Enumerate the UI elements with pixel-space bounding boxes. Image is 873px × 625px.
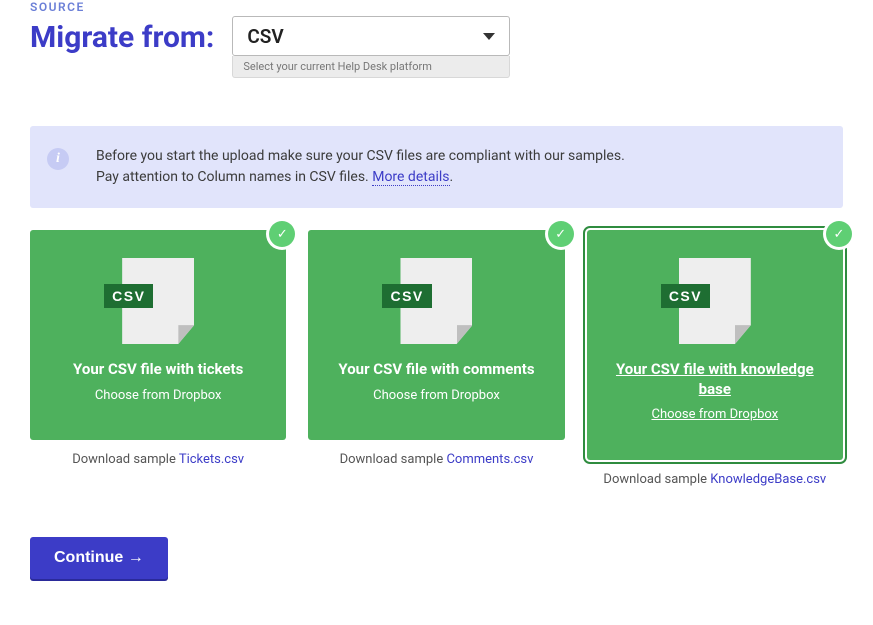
upload-card-tickets[interactable]: ✓ CSV Your CSV file with tickets Choose … [30,230,286,440]
migrate-from-title: Migrate from: [30,16,214,56]
csv-file-icon: CSV [400,258,472,344]
card-block-tickets: ✓ CSV Your CSV file with tickets Choose … [30,230,286,467]
comments-csv-link[interactable]: Comments.csv [446,452,533,467]
check-icon: ✓ [548,221,574,247]
check-icon: ✓ [826,221,852,247]
info-icon: i [47,148,69,170]
upload-card-comments[interactable]: ✓ CSV Your CSV file with comments Choose… [308,230,564,440]
info-text: Before you start the upload make sure yo… [86,126,843,208]
upload-cards-row: ✓ CSV Your CSV file with tickets Choose … [30,230,843,487]
knowledgebase-csv-link[interactable]: KnowledgeBase.csv [710,472,826,487]
csv-file-icon: CSV [122,258,194,344]
more-details-link[interactable]: More details [372,169,449,186]
choose-dropbox-link[interactable]: Choose from Dropbox [651,407,778,422]
download-sample-knowledgebase: Download sample KnowledgeBase.csv [603,472,826,487]
upload-card-knowledgebase[interactable]: ✓ CSV Your CSV file with knowledge base … [587,230,843,460]
csv-badge: CSV [661,284,710,308]
csv-badge: CSV [382,284,431,308]
card-block-comments: ✓ CSV Your CSV file with comments Choose… [308,230,564,467]
info-banner: i Before you start the upload make sure … [30,126,843,208]
platform-select[interactable]: CSV [232,16,510,56]
tickets-csv-link[interactable]: Tickets.csv [179,452,244,467]
choose-dropbox-link[interactable]: Choose from Dropbox [95,388,222,403]
csv-file-icon: CSV [679,258,751,344]
info-line1: Before you start the upload make sure yo… [96,146,823,167]
source-label: SOURCE [30,0,843,14]
chevron-down-icon [483,33,495,40]
migrate-row: Migrate from: CSV Select your current He… [30,16,843,78]
card-title: Your CSV file with knowledge base [603,360,827,399]
info-line2-suffix: . [450,169,454,185]
platform-select-value: CSV [247,25,283,48]
download-sample-tickets: Download sample Tickets.csv [72,452,244,467]
download-sample-comments: Download sample Comments.csv [340,452,534,467]
continue-button[interactable]: Continue → [30,537,168,579]
check-icon: ✓ [269,221,295,247]
choose-dropbox-link[interactable]: Choose from Dropbox [373,388,500,403]
card-block-knowledgebase: ✓ CSV Your CSV file with knowledge base … [587,230,843,487]
card-title: Your CSV file with tickets [73,360,243,380]
platform-select-hint: Select your current Help Desk platform [232,56,510,78]
card-title: Your CSV file with comments [338,360,534,380]
info-line2-prefix: Pay attention to Column names in CSV fil… [96,169,372,185]
csv-badge: CSV [104,284,153,308]
